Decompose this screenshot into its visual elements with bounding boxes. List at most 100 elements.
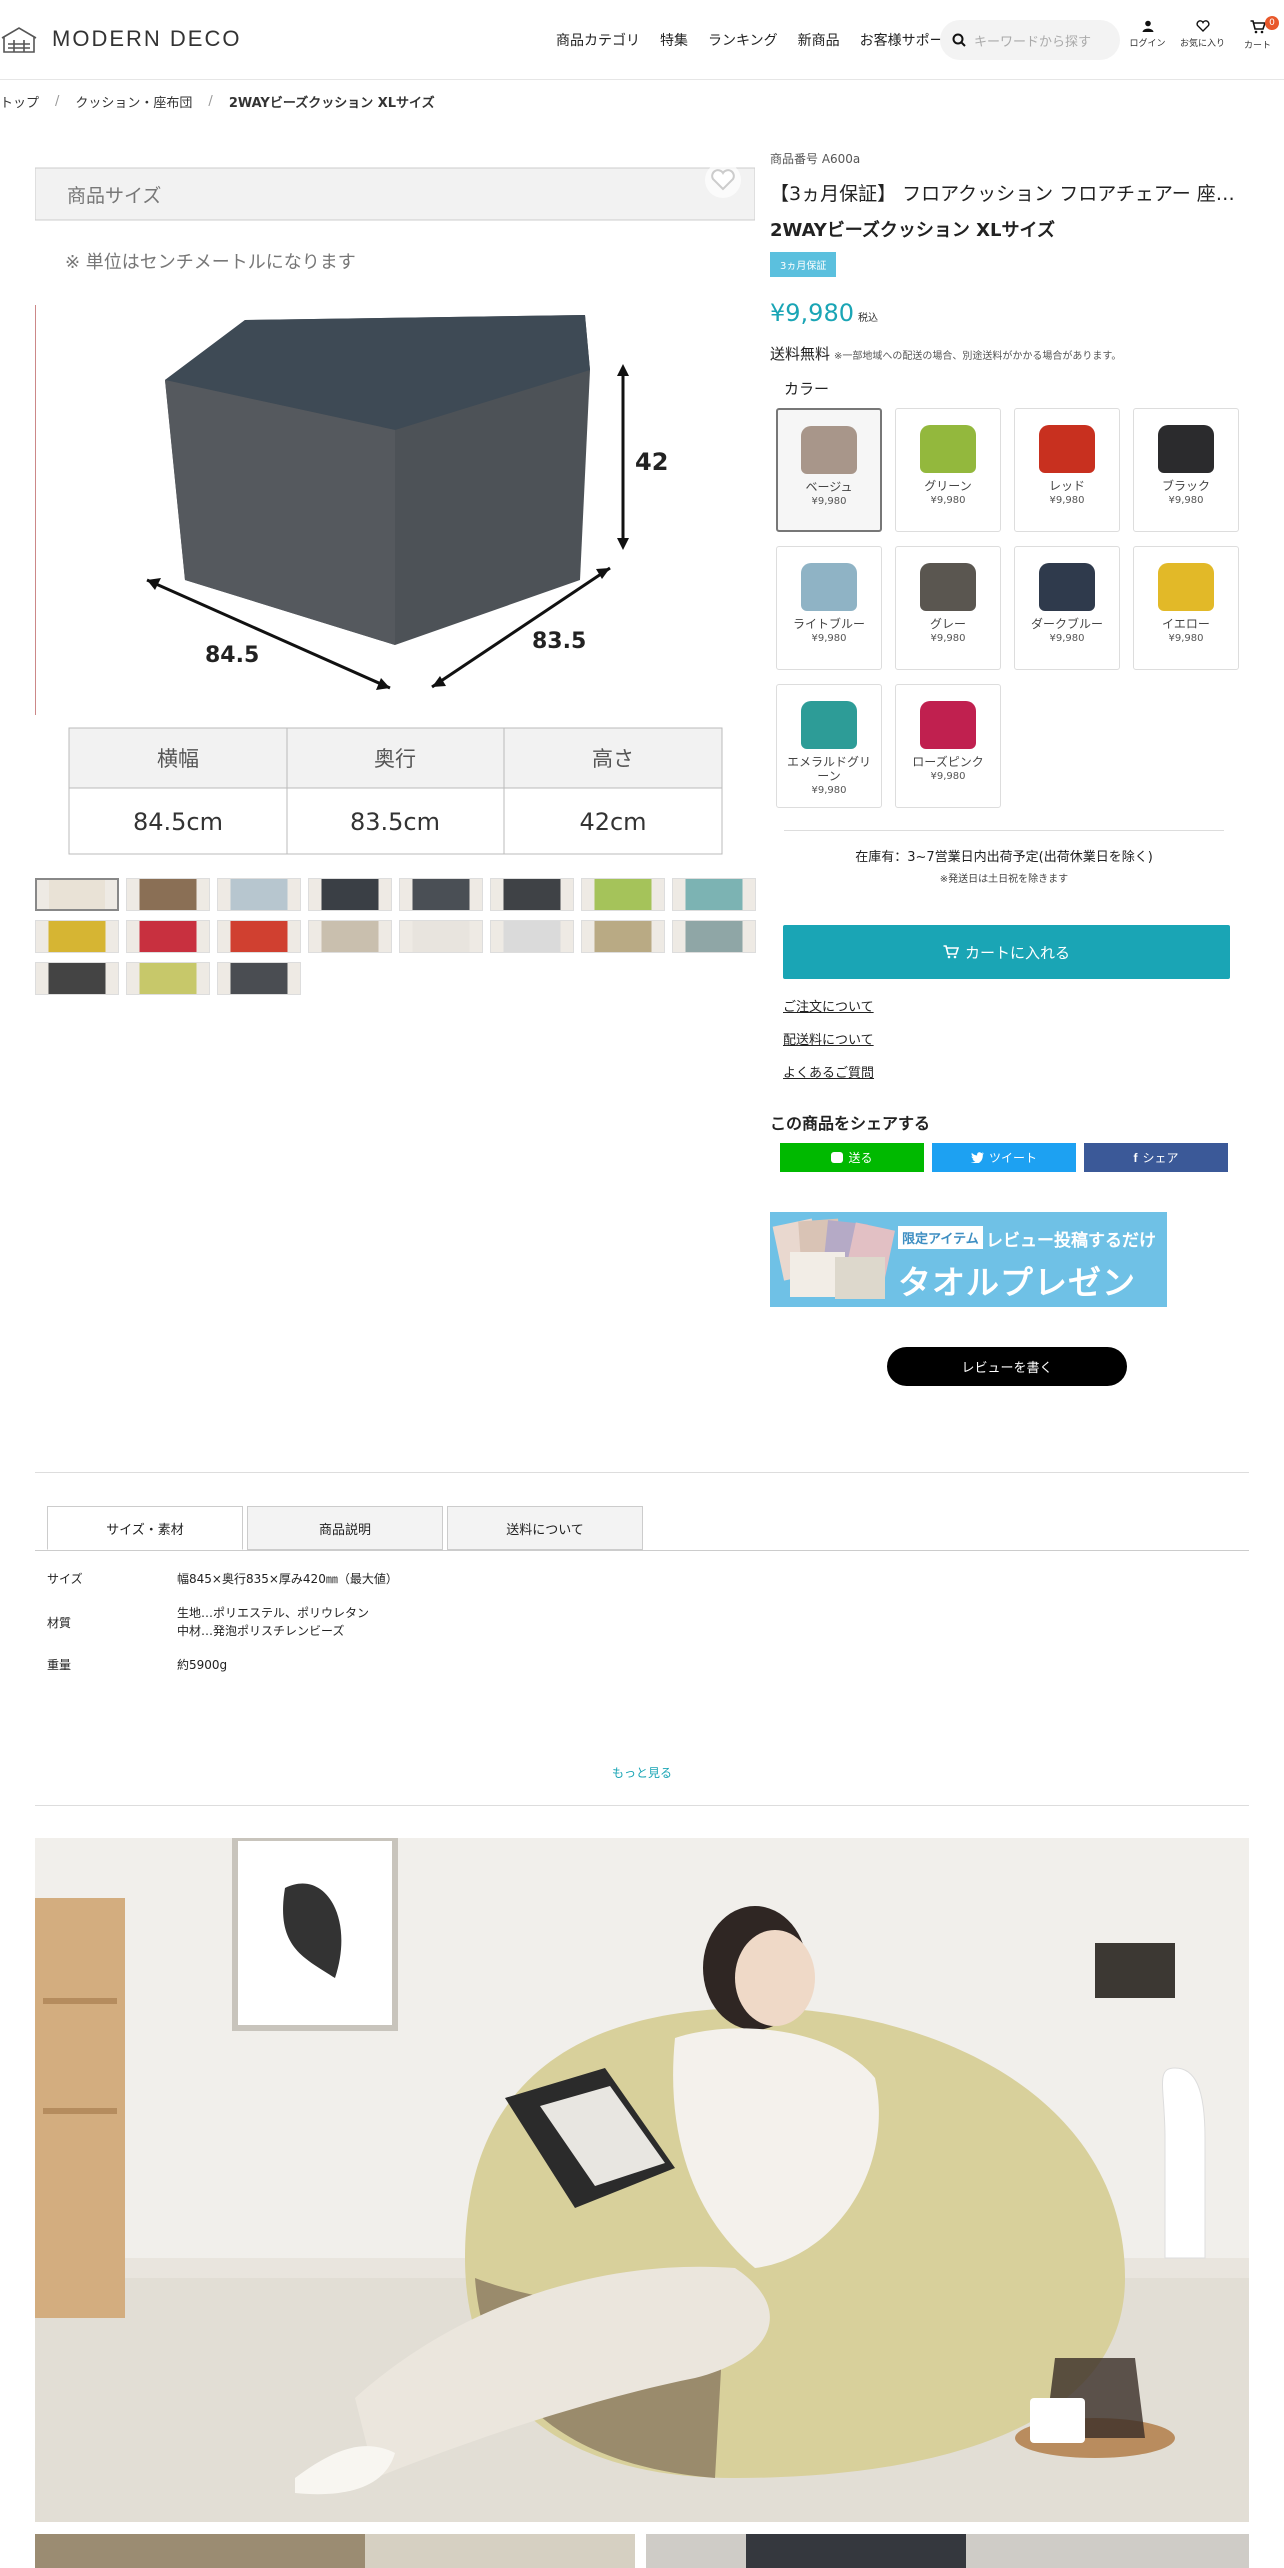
thumbnail-image[interactable] [35,920,119,953]
spec-row-material: 材質 生地…ポリエステル、ポリウレタン 中材…発泡ポリスチレンビーズ [47,1604,398,1640]
color-name: レッド [1048,479,1085,493]
color-option[interactable]: エメラルドグリーン ¥9,980 [776,684,882,808]
thumbnail-image[interactable] [126,878,210,911]
breadcrumb-home[interactable]: トップ [0,92,39,111]
review-campaign-banner[interactable]: 限定アイテム レビュー投稿するだけ タオルプレゼント! [770,1212,1167,1307]
table-value-depth: 83.5cm [350,808,440,836]
add-to-cart-button[interactable]: カートに入れる [783,925,1230,979]
line-share-button[interactable]: 送る [780,1143,924,1172]
section-divider [35,1805,1249,1806]
line-icon [831,1152,844,1163]
product-subtitle: 2WAYビーズクッション XLサイズ [770,220,1055,241]
color-option[interactable]: ローズピンク ¥9,980 [895,684,1001,808]
color-swatch [801,563,857,611]
login-label: ログイン [1129,39,1166,49]
search-icon[interactable] [952,33,966,47]
breadcrumb-current: 2WAYビーズクッション XLサイズ [228,96,435,111]
heart-icon [1195,20,1210,32]
favorites-button[interactable]: お気に入り [1175,20,1230,51]
global-nav: 商品カテゴリ 特集 ランキング 新商品 お客様サポート [556,30,978,50]
site-header: MODERN DECO 商品カテゴリ 特集 ランキング 新商品 お客様サポート … [0,0,1284,80]
tab-shipping[interactable]: 送料について [447,1506,643,1550]
main-product-image[interactable]: 商品サイズ ※ 単位はセンチメートルになります 42 84.5 83.5 横幅 … [35,140,755,860]
thumbnail-image[interactable] [490,878,574,911]
thumbnail-image[interactable] [126,920,210,953]
search-input[interactable]: キーワードから探す [940,20,1120,60]
table-value-height: 42cm [579,808,646,836]
tax-label: 税込 [857,313,878,324]
color-option[interactable]: ブラック ¥9,980 [1133,408,1239,532]
banner-tag: 限定アイテム [898,1226,983,1249]
color-option[interactable]: レッド ¥9,980 [1014,408,1120,532]
tab-size-material[interactable]: サイズ・素材 [47,1506,243,1550]
link-shipping-fee[interactable]: 配送料について [783,1029,874,1048]
nav-features[interactable]: 特集 [660,30,688,50]
thumbnail-image[interactable] [672,920,756,953]
thumbnail-image[interactable] [217,920,301,953]
thumbnail-image[interactable] [399,878,483,911]
color-price: ¥9,980 [1168,495,1204,506]
cart-count-badge: 0 [1265,16,1279,30]
color-swatch [1039,425,1095,473]
thumbnail-image[interactable] [399,920,483,953]
nav-categories[interactable]: 商品カテゴリ [556,30,640,50]
cart-icon [1250,20,1266,34]
show-more-link[interactable]: もっと見る [0,1764,1284,1781]
favorite-heart-button[interactable] [705,162,741,198]
color-option[interactable]: イエロー ¥9,980 [1133,546,1239,670]
banner-line2: タオルプレゼント! [898,1263,1136,1302]
spec-value: 生地…ポリエステル、ポリウレタン 中材…発泡ポリスチレンビーズ [177,1604,369,1640]
thumbnail-image[interactable] [35,962,119,995]
color-price: ¥9,980 [1049,633,1085,644]
divider [784,830,1224,831]
link-faq[interactable]: よくあるご質問 [783,1062,874,1081]
tab-description[interactable]: 商品説明 [247,1506,443,1550]
twitter-icon [970,1152,984,1163]
color-option[interactable]: グリーン ¥9,980 [895,408,1001,532]
color-swatch [801,701,857,749]
thumbnail-image[interactable] [308,920,392,953]
spec-value-line: 中材…発泡ポリスチレンビーズ [177,1624,345,1638]
color-option[interactable]: ライトブルー ¥9,980 [776,546,882,670]
color-price: ¥9,980 [1049,495,1085,506]
thumbnail-image[interactable] [35,878,119,911]
color-name: ローズピンク [912,755,984,769]
link-order-info[interactable]: ご注文について [783,996,874,1015]
login-button[interactable]: ログイン [1120,20,1175,51]
color-swatch [801,426,857,474]
thumbnail-image[interactable] [490,920,574,953]
color-option[interactable]: グレー ¥9,980 [895,546,1001,670]
thumbnail-image[interactable] [581,920,665,953]
thumbnail-image[interactable] [217,878,301,911]
thumbnail-image[interactable] [581,878,665,911]
color-name: ダークブルー [1030,617,1103,631]
color-swatch [1158,425,1214,473]
color-price: ¥9,980 [811,496,847,507]
color-name: ベージュ [805,480,853,494]
spec-value: 約5900g [177,1658,228,1672]
thumbnail-image[interactable] [217,962,301,995]
color-swatch [1039,563,1095,611]
thumbnail-image[interactable] [126,962,210,995]
nav-ranking[interactable]: ランキング [708,30,778,50]
thumbnail-image[interactable] [308,878,392,911]
color-name: ライトブルー [792,617,865,631]
nav-new[interactable]: 新商品 [798,30,840,50]
cart-button[interactable]: カート 0 [1230,16,1284,51]
twitter-share-button[interactable]: ツイート [932,1143,1076,1172]
breadcrumb-category[interactable]: クッション・座布団 [75,92,192,111]
color-option[interactable]: ベージュ ¥9,980 [776,408,882,532]
site-logo[interactable]: MODERN DECO [0,24,241,54]
header-icons: ログイン お気に入り カート 0 [1120,16,1284,51]
thumbnail-image[interactable] [672,878,756,911]
facebook-icon: f [1133,1150,1138,1165]
width-dimension: 84.5 [205,643,259,668]
color-option[interactable]: ダークブルー ¥9,980 [1014,546,1120,670]
write-review-button[interactable]: レビューを書く [887,1347,1127,1386]
spec-key: 重量 [47,1658,72,1672]
spec-table: サイズ 幅845×奥行835×厚み420㎜（最大値） 材質 生地…ポリエステル、… [47,1570,398,1690]
facebook-share-button[interactable]: f シェア [1084,1143,1228,1172]
color-name: ブラック [1161,479,1210,493]
color-name: グリーン [924,479,972,493]
cart-label: カート [1243,41,1271,51]
